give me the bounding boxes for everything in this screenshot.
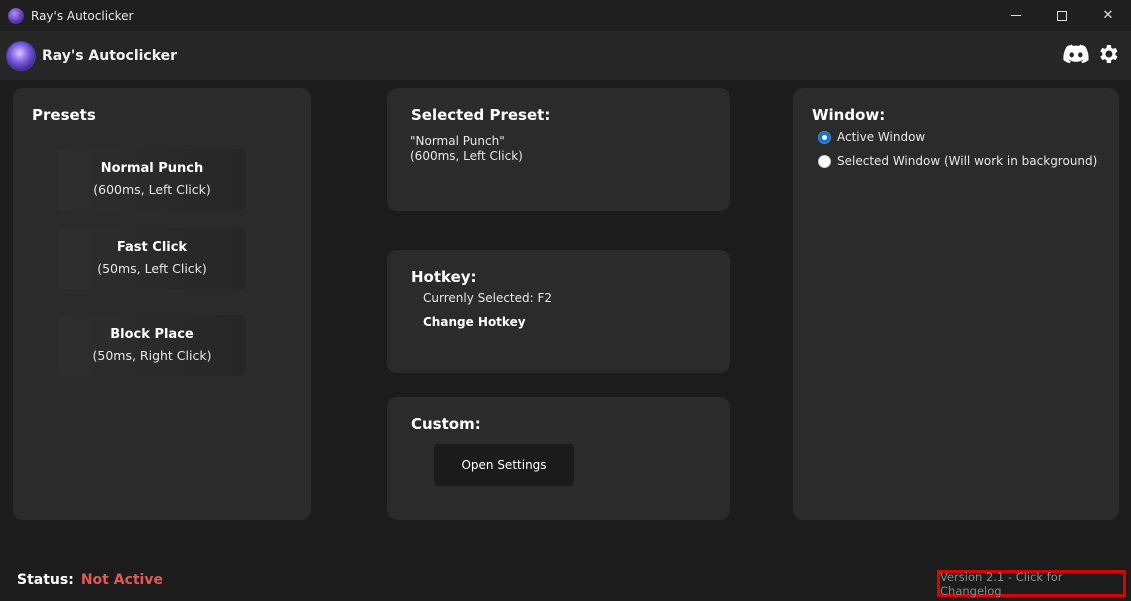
radio-unselected-indicator[interactable] [818,154,831,168]
selected-preset-panel: Selected Preset: "Normal Punch" (600ms, … [387,88,730,211]
status-value: Not Active [80,572,163,588]
selected-preset-title: Selected Preset: [411,106,551,124]
hotkey-current: Currenly Selected: F2 [423,291,553,305]
radio-label: Active Window [837,130,926,144]
preset-name: Block Place [110,326,194,342]
preset-desc: (600ms, Left Click) [93,181,211,197]
preset-fast-click-button[interactable]: Fast Click (50ms, Left Click) [58,228,246,289]
hotkey-title: Hotkey: [411,268,477,286]
discord-button[interactable] [1063,41,1089,67]
close-icon: ✕ [1102,8,1114,23]
preset-name: Fast Click [116,239,188,255]
change-hotkey-button[interactable]: Change Hotkey [423,315,526,330]
gear-icon [1100,45,1118,63]
selected-preset-desc: (600ms, Left Click) [410,149,523,163]
window-title: Ray's Autoclicker [31,8,134,23]
window-controls: ✕ [993,0,1131,31]
status-label: Status: [17,572,74,588]
radio-selected-window[interactable]: Selected Window (Will work in background… [818,154,1097,168]
hotkey-panel: Hotkey: Currenly Selected: F2 Change Hot… [387,250,730,373]
title-bar: Ray's Autoclicker ✕ [0,0,1131,31]
preset-normal-punch-button[interactable]: Normal Punch (600ms, Left Click) [58,149,246,210]
app-name: Ray's Autoclicker [42,47,178,64]
preset-name: Normal Punch [100,160,204,176]
radio-active-window[interactable]: Active Window [818,130,925,144]
close-button[interactable]: ✕ [1085,0,1131,31]
custom-panel: Custom: Open Settings [387,397,730,520]
preset-desc: (50ms, Left Click) [97,260,207,276]
custom-title: Custom: [411,415,481,433]
window-panel: Window: Active Window Selected Window (W… [793,88,1119,520]
preset-block-place-button[interactable]: Block Place (50ms, Right Click) [58,315,246,376]
maximize-icon [1057,10,1067,21]
radio-selected-indicator[interactable] [818,130,831,144]
presets-title: Presets [32,106,96,124]
status-area: Status: Not Active [17,572,163,588]
version-changelog-link[interactable]: Version 2.1 - Click for Changelog [937,570,1126,598]
radio-label: Selected Window (Will work in background… [837,154,1098,168]
app-logo [6,40,36,71]
maximize-button[interactable] [1039,0,1085,31]
minimize-icon [1011,15,1021,16]
open-settings-button[interactable]: Open Settings [434,444,574,486]
window-title-label: Window: [812,106,886,124]
discord-icon [1063,44,1089,64]
preset-desc: (50ms, Right Click) [92,347,212,363]
app-header: Ray's Autoclicker [0,31,1131,80]
selected-preset-name: "Normal Punch" [410,134,505,148]
presets-panel: Presets Normal Punch (600ms, Left Click)… [13,88,311,520]
app-icon [8,7,24,24]
header-icons [1063,41,1121,67]
minimize-button[interactable] [993,0,1039,31]
settings-button[interactable] [1095,41,1121,67]
